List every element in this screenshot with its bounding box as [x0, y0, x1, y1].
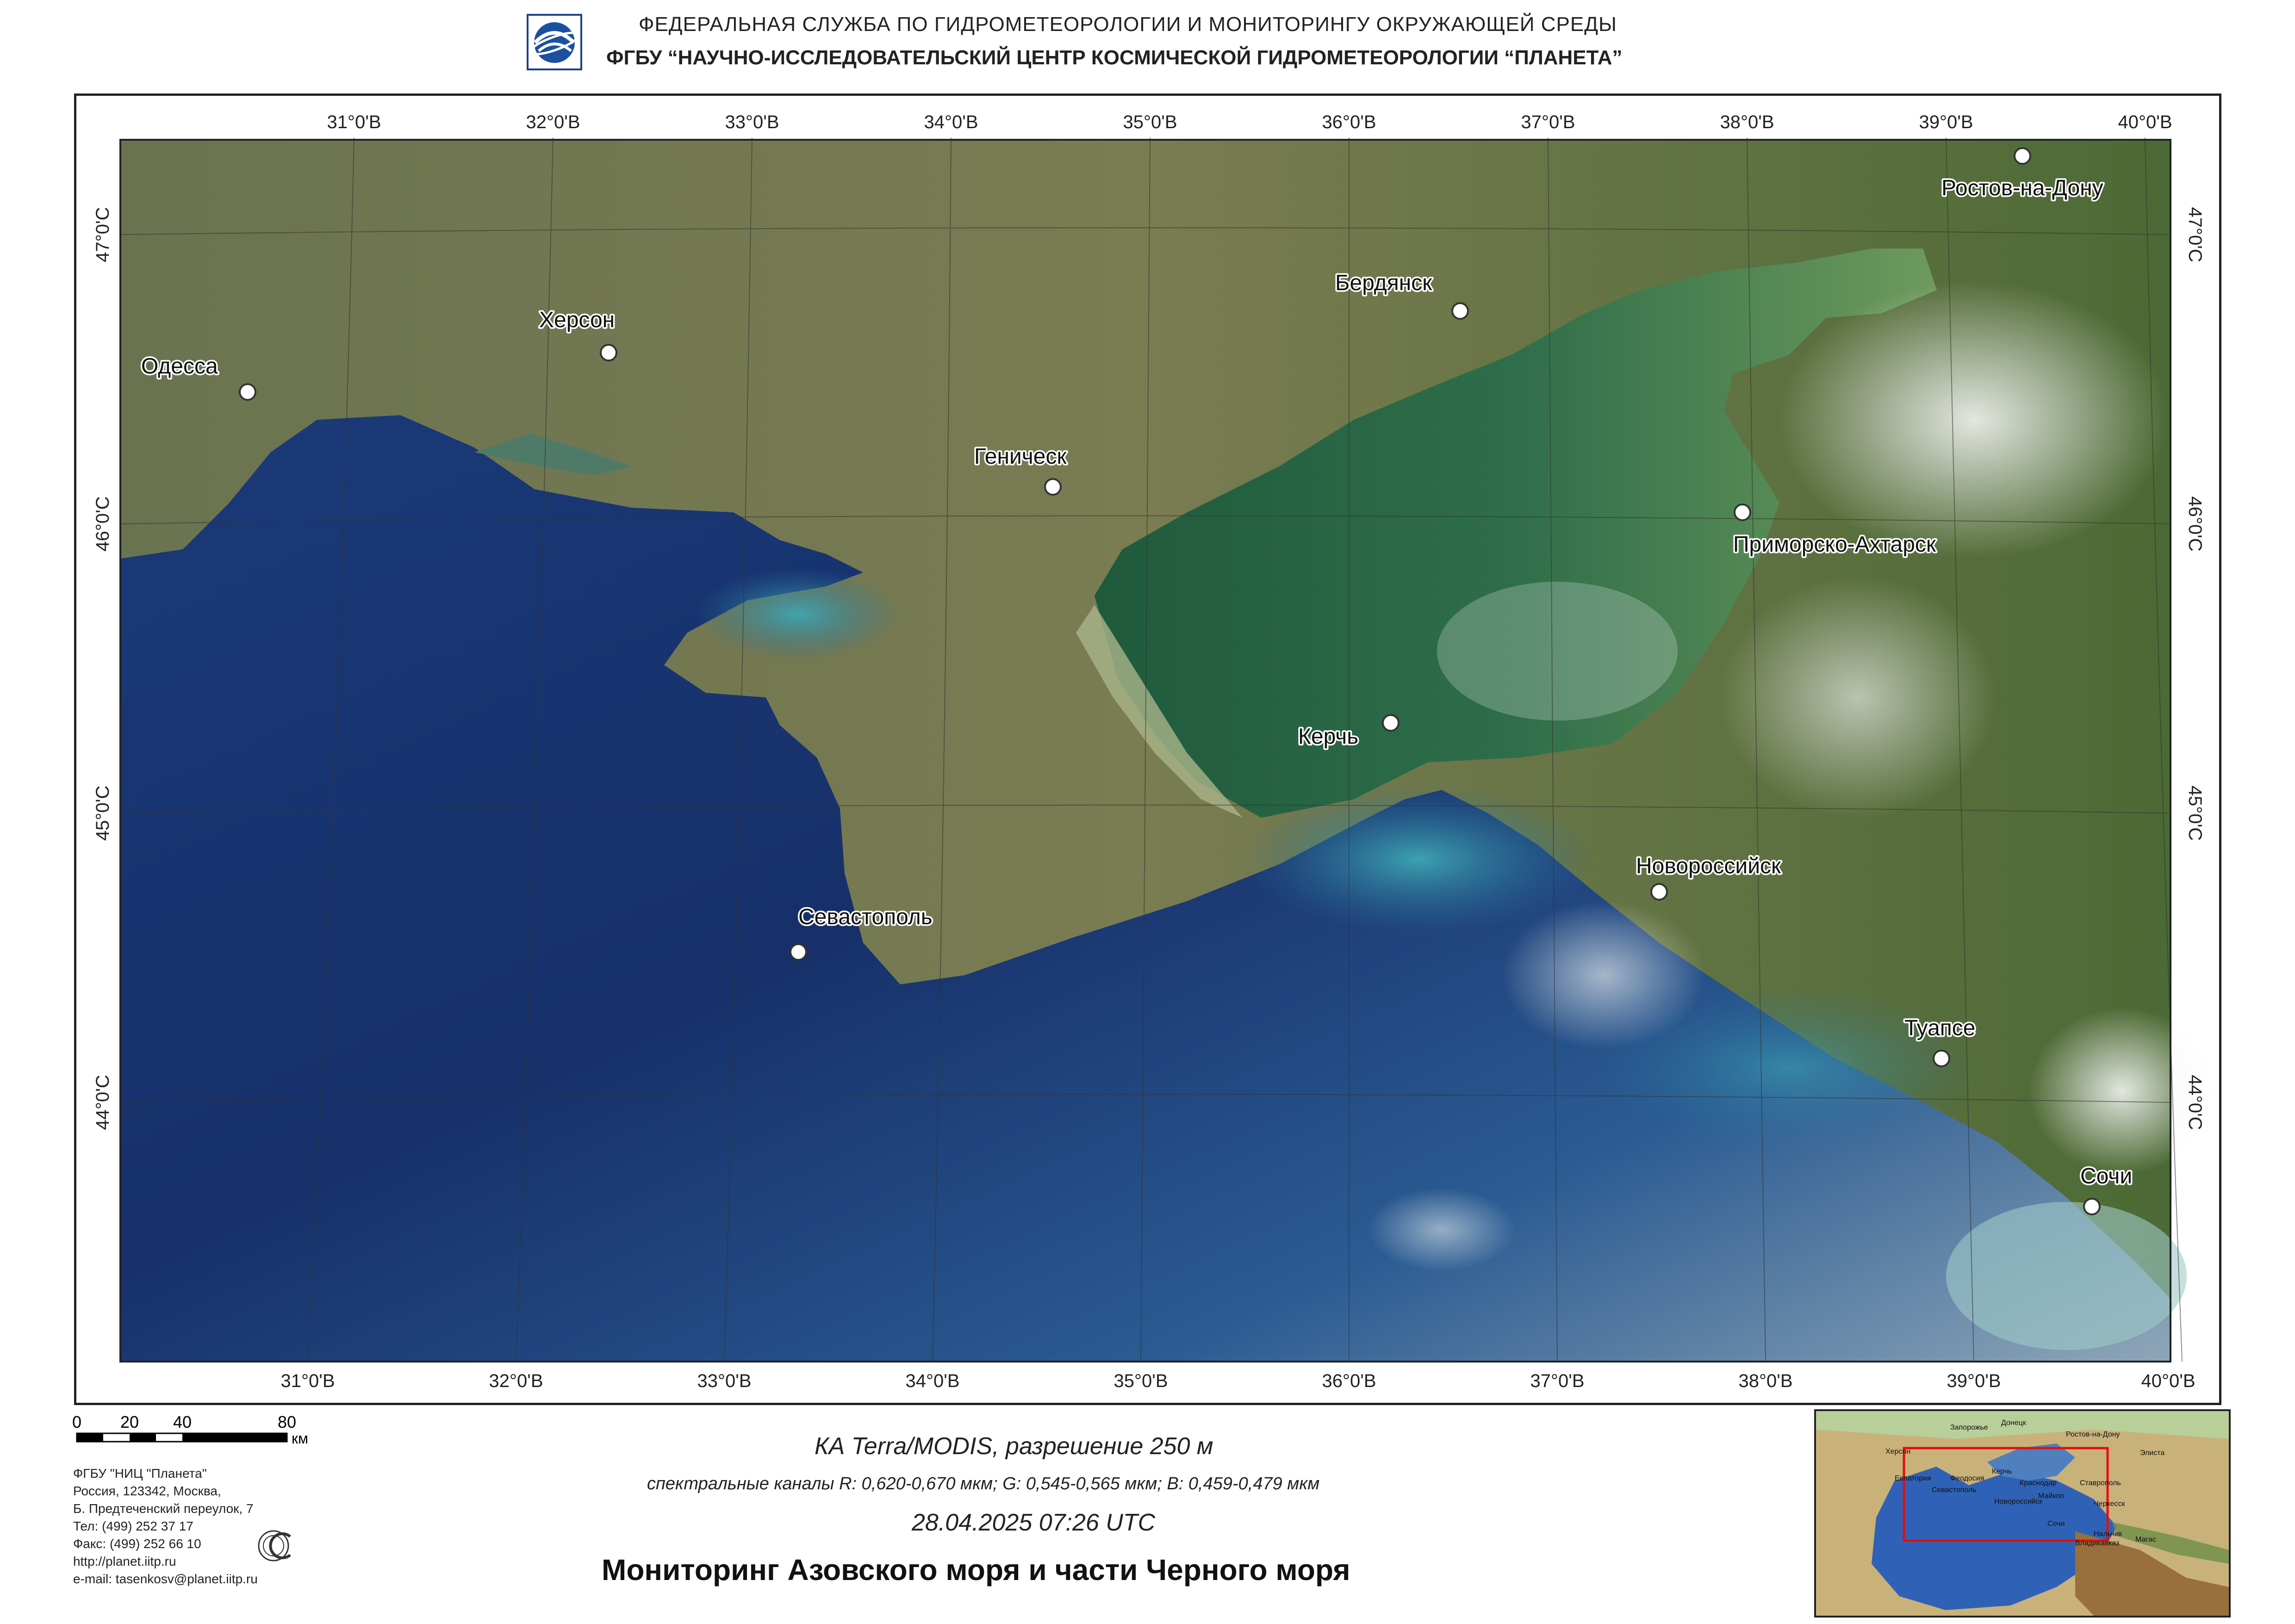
inset-label: Феодосия — [1950, 1475, 1984, 1482]
header-center: ФГБУ “НАУЧНО-ИССЛЕДОВАТЕЛЬСКИЙ ЦЕНТР КОС… — [606, 46, 1623, 69]
scale-tick-label: 20 — [120, 1414, 139, 1431]
org-name: ФГБУ "НИЦ "Планета" — [73, 1466, 207, 1481]
lon-label-top: 40°0'В — [2118, 112, 2172, 132]
iso-certification-icon — [257, 1527, 308, 1564]
acquisition-datetime: 28.04.2025 07:26 UTC — [912, 1509, 1156, 1536]
inset-label: Черкесск — [2094, 1500, 2126, 1508]
inset-label: Элиста — [2140, 1449, 2164, 1457]
inset-label: Магас — [2135, 1536, 2156, 1543]
satellite-map: 31°0'В 32°0'В 33°0'В 34°0'В 35°0'В 36°0'… — [93, 112, 2214, 1391]
lat-label-right: 44°0'С — [2185, 1075, 2205, 1130]
lon-label-top: 38°0'В — [1720, 112, 1774, 132]
scale-bar: 0 20 40 80 км — [69, 1412, 329, 1451]
map-title: Мониторинг Азовского моря и части Черног… — [602, 1553, 1350, 1587]
lat-label-left: 47°0'С — [93, 207, 113, 262]
city-label-novorossiysk: Новороссийск — [1636, 854, 1781, 878]
inset-label: Донецк — [2001, 1419, 2027, 1427]
spectral-bands: спектральные каналы R: 0,620-0,670 мкм; … — [647, 1474, 1320, 1493]
inset-label: Нальчик — [2094, 1530, 2122, 1538]
inset-label: Краснодар — [2020, 1479, 2057, 1487]
lon-label-top: 36°0'В — [1322, 112, 1376, 132]
city-label-berdyansk: Бердянск — [1335, 271, 1432, 295]
inset-label: Ставрополь — [2080, 1479, 2121, 1487]
planeta-logo-icon — [527, 14, 582, 70]
org-contacts: ФГБУ "НИЦ "Планета" Россия, 123342, Моск… — [73, 1465, 258, 1588]
lat-label-right: 47°0'С — [2185, 207, 2205, 262]
org-phone: Тел: (499) 252 37 17 — [73, 1519, 193, 1533]
scale-tick-label: 40 — [173, 1414, 192, 1431]
lon-label-top: 32°0'В — [526, 112, 580, 132]
lat-label-right: 46°0'С — [2185, 496, 2205, 551]
lon-label-top: 39°0'В — [1919, 112, 1973, 132]
city-label-kherson: Херсон — [539, 308, 615, 332]
lon-label-bottom: 36°0'В — [1322, 1371, 1376, 1391]
inset-label: Сочи — [2047, 1520, 2065, 1528]
city-label-tuapse: Туапсе — [1904, 1016, 1975, 1040]
scale-tick-label: 0 — [72, 1414, 81, 1431]
city-label-genichesk: Геническ — [974, 444, 1067, 469]
inset-label: Севастополь — [1932, 1486, 1977, 1494]
lon-label-bottom: 34°0'В — [905, 1371, 959, 1391]
scale-unit: км — [292, 1430, 308, 1447]
inset-label: Запорожье — [1950, 1424, 1988, 1431]
org-country: Россия, 123342, Москва, — [73, 1484, 221, 1498]
org-email[interactable]: e-mail: tasenkosv@planet.iitp.ru — [73, 1570, 258, 1588]
city-label-kerch: Керчь — [1298, 724, 1358, 749]
org-street: Б. Предтеченский переулок, 7 — [73, 1501, 254, 1516]
inset-label: Новороссийск — [1994, 1498, 2043, 1506]
lat-label-left: 44°0'С — [93, 1075, 113, 1130]
lon-label-bottom: 33°0'В — [697, 1371, 751, 1391]
inset-label: Владикавказ — [2075, 1539, 2119, 1547]
lon-label-top: 34°0'В — [924, 112, 978, 132]
lon-label-top: 37°0'В — [1521, 112, 1575, 132]
scale-tick-label: 80 — [278, 1414, 296, 1431]
lon-label-bottom: 32°0'В — [489, 1371, 543, 1391]
inset-label: Херсон — [1885, 1448, 1910, 1456]
lon-label-top: 31°0'В — [327, 112, 381, 132]
inset-label: Евпатория — [1895, 1475, 1931, 1482]
lon-label-bottom: 37°0'В — [1530, 1371, 1584, 1391]
inset-label: Керчь — [1992, 1468, 2012, 1475]
lat-label-left: 46°0'С — [93, 496, 113, 551]
lon-label-bottom: 31°0'В — [280, 1371, 335, 1391]
city-label-odessa: Одесса — [141, 354, 218, 379]
city-label-primorsko-akhtarsk: Приморско-Ахтарск — [1733, 532, 1936, 557]
org-website[interactable]: http://planet.iitp.ru — [73, 1553, 258, 1570]
lat-label-right: 45°0'С — [2185, 785, 2205, 840]
lon-label-bottom: 35°0'В — [1113, 1371, 1168, 1391]
lon-label-bottom: 38°0'В — [1738, 1371, 1792, 1391]
inset-label: Ростов-на-Дону — [2066, 1431, 2120, 1438]
city-label-sevastopol: Севастополь — [798, 905, 933, 929]
map-frame: 31°0'В 32°0'В 33°0'В 34°0'В 35°0'В 36°0'… — [74, 93, 2221, 1405]
lon-label-top: 33°0'В — [725, 112, 779, 132]
overview-inset-map: Запорожье Донецк Ростов-на-Дону Херсон Э… — [1814, 1409, 2231, 1618]
lat-label-left: 45°0'С — [93, 785, 113, 840]
header-agency: ФЕДЕРАЛЬНАЯ СЛУЖБА ПО ГИДРОМЕТЕОРОЛОГИИ … — [639, 13, 1617, 36]
city-label-sochi: Сочи — [2080, 1164, 2132, 1188]
satellite-info: КА Terra/MODIS, разрешение 250 м — [815, 1433, 1213, 1460]
lon-label-top: 35°0'В — [1123, 112, 1177, 132]
lon-label-bottom: 40°0'В — [2141, 1371, 2195, 1391]
city-label-rostov: Ростов-на-Дону — [1941, 176, 2103, 200]
lon-label-bottom: 39°0'В — [1947, 1371, 2001, 1391]
org-fax: Факс: (499) 252 66 10 — [73, 1537, 201, 1551]
